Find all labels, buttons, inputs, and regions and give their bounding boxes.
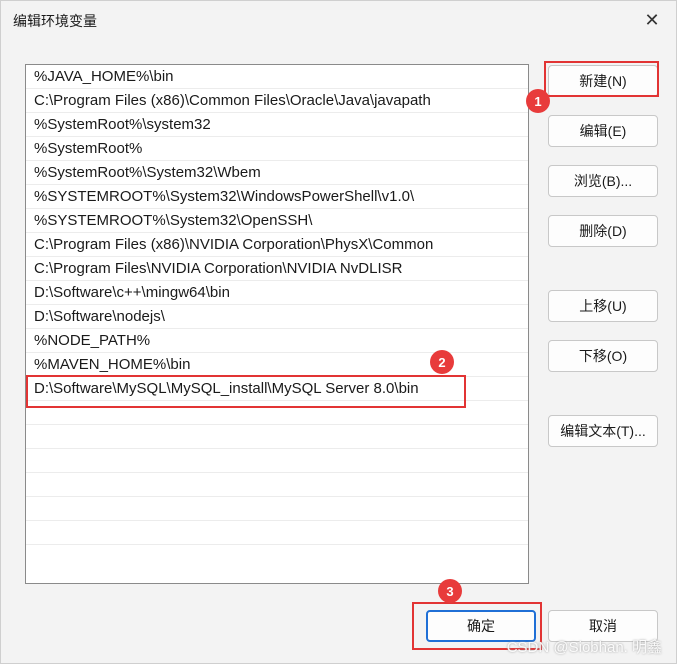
- dialog-title: 编辑环境变量: [13, 13, 97, 29]
- browse-button[interactable]: 浏览(B)...: [548, 165, 658, 197]
- empty-row: [26, 401, 528, 425]
- list-item[interactable]: C:\Program Files (x86)\Common Files\Orac…: [26, 89, 528, 113]
- move-down-button[interactable]: 下移(O): [548, 340, 658, 372]
- edit-button[interactable]: 编辑(E): [548, 115, 658, 147]
- list-item[interactable]: D:\Software\c++\mingw64\bin: [26, 281, 528, 305]
- edit-env-variable-dialog: 编辑环境变量 ✕ %JAVA_HOME%\bin C:\Program File…: [0, 0, 677, 664]
- step-marker-3: 3: [438, 579, 462, 603]
- list-item[interactable]: %NODE_PATH%: [26, 329, 528, 353]
- empty-row: [26, 473, 528, 497]
- list-item[interactable]: %SystemRoot%\System32\Wbem: [26, 161, 528, 185]
- list-item[interactable]: D:\Software\nodejs\: [26, 305, 528, 329]
- edit-text-button[interactable]: 编辑文本(T)...: [548, 415, 658, 447]
- watermark: CSDN @Siobhan. 明鑫: [506, 639, 662, 656]
- empty-row: [26, 449, 528, 473]
- list-item[interactable]: %SystemRoot%: [26, 137, 528, 161]
- title-bar: 编辑环境变量 ✕: [1, 1, 676, 39]
- list-item[interactable]: %SYSTEMROOT%\System32\OpenSSH\: [26, 209, 528, 233]
- step-marker-2: 2: [430, 350, 454, 374]
- list-item[interactable]: %JAVA_HOME%\bin: [26, 65, 528, 89]
- new-button[interactable]: 新建(N): [548, 65, 658, 97]
- empty-row: [26, 425, 528, 449]
- empty-row: [26, 497, 528, 521]
- list-item[interactable]: %SystemRoot%\system32: [26, 113, 528, 137]
- path-list[interactable]: %JAVA_HOME%\bin C:\Program Files (x86)\C…: [25, 64, 529, 584]
- close-icon[interactable]: ✕: [638, 7, 666, 33]
- list-item[interactable]: C:\Program Files (x86)\NVIDIA Corporatio…: [26, 233, 528, 257]
- list-item[interactable]: C:\Program Files\NVIDIA Corporation\NVID…: [26, 257, 528, 281]
- empty-row: [26, 521, 528, 545]
- list-item[interactable]: %SYSTEMROOT%\System32\WindowsPowerShell\…: [26, 185, 528, 209]
- move-up-button[interactable]: 上移(U): [548, 290, 658, 322]
- step-marker-1: 1: [526, 89, 550, 113]
- delete-button[interactable]: 删除(D): [548, 215, 658, 247]
- list-item-new-entry[interactable]: D:\Software\MySQL\MySQL_install\MySQL Se…: [26, 377, 528, 401]
